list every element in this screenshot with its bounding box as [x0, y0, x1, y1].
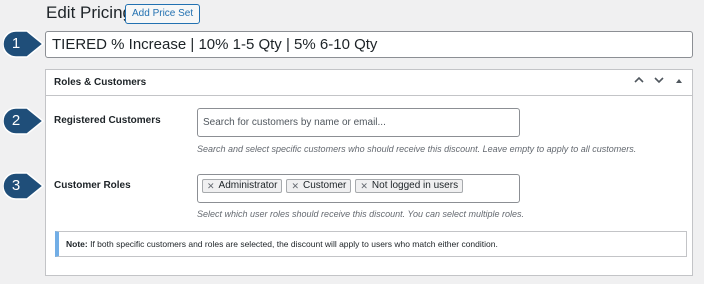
chevron-down-icon[interactable] [652, 74, 666, 90]
remove-icon[interactable]: ✕ [207, 180, 215, 192]
selected-roles: ✕ Administrator ✕ Customer ✕ Not logged … [198, 175, 519, 197]
registered-customers-help: Search and select specific customers who… [197, 144, 637, 154]
add-price-set-button[interactable]: Add Price Set [125, 4, 201, 24]
registered-customers-label: Registered Customers [54, 115, 161, 126]
callout-number: 3 [11, 177, 21, 194]
callout-marker-3: 3 [3, 172, 45, 202]
customer-search-input[interactable]: Search for customers by name or email... [197, 108, 520, 137]
roles-customers-panel: Roles & Customers Registered Customers S… [45, 69, 693, 276]
role-chip-label: Administrator [218, 180, 278, 191]
pricing-title-input[interactable]: TIERED % Increase | 10% 1-5 Qty | 5% 6-1… [45, 31, 693, 58]
customer-roles-select[interactable]: ✕ Administrator ✕ Customer ✕ Not logged … [197, 174, 520, 203]
note-notice: Note: If both specific customers and rol… [55, 231, 687, 257]
callout-marker-2: 2 [3, 107, 45, 137]
triangle-up-icon[interactable] [672, 74, 686, 90]
panel-header: Roles & Customers [46, 70, 692, 96]
role-chip: ✕ Administrator [202, 179, 283, 193]
customer-roles-help: Select which user roles should receive t… [197, 209, 525, 219]
note-prefix: Note: [66, 239, 88, 249]
callout-number: 1 [11, 35, 21, 52]
page-title: Edit Pricing [46, 3, 132, 22]
note-text: If both specific customers and roles are… [87, 239, 498, 249]
role-chip: ✕ Customer [286, 179, 352, 193]
chevron-up-icon[interactable] [632, 74, 646, 90]
callout-number: 2 [11, 112, 21, 129]
remove-icon[interactable]: ✕ [360, 180, 368, 192]
remove-icon[interactable]: ✕ [291, 180, 299, 192]
role-chip-label: Customer [303, 180, 347, 191]
role-chip: ✕ Not logged in users [355, 179, 464, 193]
customer-roles-label: Customer Roles [54, 180, 131, 191]
panel-title: Roles & Customers [54, 77, 147, 88]
callout-marker-1: 1 [3, 30, 45, 60]
panel-actions [632, 74, 686, 90]
role-chip-label: Not logged in users [371, 180, 459, 191]
